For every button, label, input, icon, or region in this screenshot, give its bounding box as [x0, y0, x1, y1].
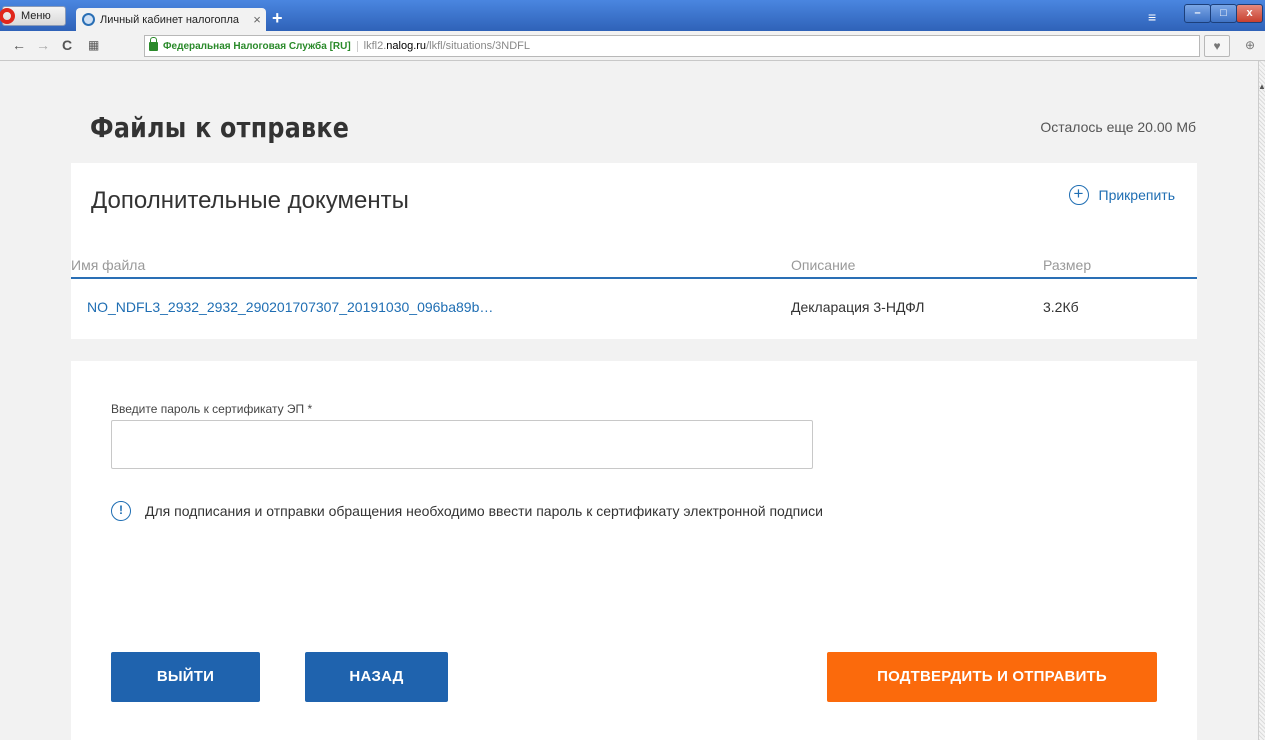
browser-title-bar: Меню Личный кабинет налогопла × + ≡ – □ … [0, 0, 1265, 31]
tab-close-icon[interactable]: × [248, 12, 266, 27]
url-input[interactable]: Федеральная Налоговая Служба [RU] lkfl2.… [144, 35, 1200, 57]
file-description: Декларация 3-НДФЛ [791, 299, 925, 315]
window-close-icon[interactable]: x [1236, 4, 1263, 23]
scroll-up-arrow-icon[interactable]: ▲ [1258, 82, 1265, 92]
file-name-link[interactable]: NO_NDFL3_2932_2932_290201707307_20191030… [87, 299, 493, 315]
exit-button[interactable]: ВЫЙТИ [111, 652, 260, 702]
lock-icon [149, 36, 158, 51]
tab-menu-icon[interactable]: ≡ [1148, 9, 1156, 25]
password-label: Введите пароль к сертификату ЭП * [111, 402, 313, 416]
column-header-description: Описание [791, 257, 856, 273]
table-row: NO_NDFL3_2932_2932_290201707307_20191030… [71, 281, 1197, 337]
url-domain: nalog.ru [386, 40, 427, 52]
opera-logo-icon [0, 8, 15, 24]
plus-circle-icon: + [1068, 185, 1089, 205]
confirm-send-button[interactable]: ПОДТВЕРДИТЬ И ОТПРАВИТЬ [827, 652, 1157, 702]
reload-icon[interactable]: C [62, 37, 72, 53]
site-favicon-icon [82, 13, 95, 26]
browser-menu-button[interactable]: Меню [0, 6, 66, 26]
page-title: Файлы к отправке [90, 111, 350, 144]
table-header: Имя файла Описание Размер [71, 249, 1197, 279]
download-icon[interactable]: ⊕ [1237, 35, 1263, 57]
certificate-password-input[interactable] [111, 420, 813, 469]
signing-hint: ! Для подписания и отправки обращения не… [111, 501, 823, 521]
tab-title: Личный кабинет налогопла [100, 13, 240, 26]
attach-label: Прикрепить [1098, 187, 1175, 203]
speed-dial-icon[interactable]: ▦ [88, 38, 99, 52]
url-path: /lkfl/situations/3NDFL [426, 40, 530, 52]
maximize-icon[interactable]: □ [1210, 4, 1237, 23]
documents-card: Дополнительные документы + Прикрепить Им… [71, 163, 1197, 339]
quota-remaining: Осталось еще 20.00 Мб [1040, 119, 1196, 135]
info-icon: ! [111, 501, 131, 521]
page-scrollbar[interactable] [1258, 61, 1265, 740]
back-button[interactable]: НАЗАД [305, 652, 448, 702]
page-content: Файлы к отправке Осталось еще 20.00 Мб Д… [0, 61, 1258, 740]
new-tab-icon[interactable]: + [272, 9, 283, 27]
column-header-filename: Имя файла [71, 257, 146, 273]
url-subdomain: lkfl2. [363, 40, 387, 52]
column-header-size: Размер [1043, 257, 1092, 273]
site-identity: Федеральная Налоговая Служба [RU] [163, 40, 358, 52]
minimize-icon[interactable]: – [1184, 4, 1211, 23]
address-bar-row: ← → C ▦ Федеральная Налоговая Служба [RU… [0, 31, 1265, 61]
signing-card: Введите пароль к сертификату ЭП * ! Для … [71, 361, 1197, 740]
signing-hint-text: Для подписания и отправки обращения необ… [145, 503, 823, 519]
forward-arrow-icon[interactable]: → [36, 37, 50, 53]
file-size: 3.2Кб [1043, 299, 1079, 315]
browser-tab[interactable]: Личный кабинет налогопла × [76, 8, 266, 31]
bookmark-heart-icon[interactable]: ♥ [1204, 35, 1230, 57]
documents-title: Дополнительные документы [91, 187, 409, 214]
attach-button[interactable]: + Прикрепить [1068, 185, 1175, 205]
back-arrow-icon[interactable]: ← [12, 37, 26, 53]
browser-menu-label: Меню [21, 10, 51, 22]
